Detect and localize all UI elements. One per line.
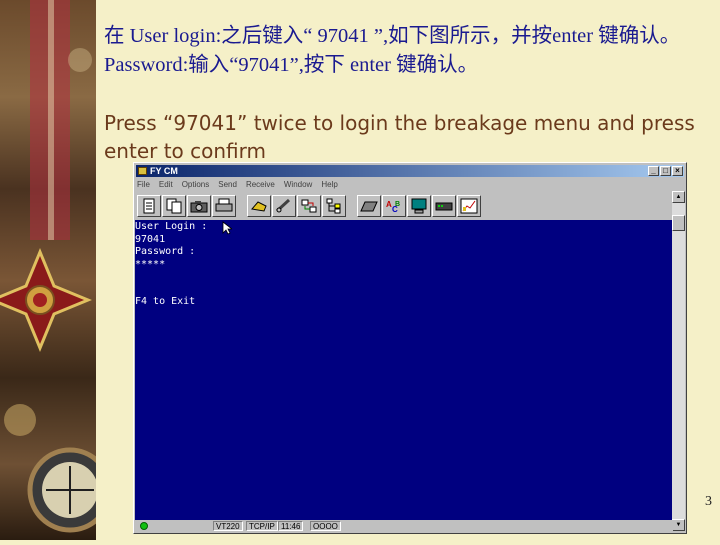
scroll-thumb[interactable] (672, 215, 685, 231)
window-title: FY CM (150, 166, 178, 176)
menu-file[interactable]: File (137, 178, 150, 192)
hangup-icon[interactable] (272, 195, 296, 217)
terminal-line: 97041 (135, 233, 166, 245)
window-titlebar[interactable]: FY CM _ □ × (136, 165, 684, 177)
slide-number: 3 (705, 494, 712, 509)
modem-icon[interactable] (432, 195, 456, 217)
monitor-icon[interactable] (407, 195, 431, 217)
clock-status: 11:46 (278, 521, 304, 531)
menu-receive[interactable]: Receive (246, 178, 275, 192)
printer-icon[interactable] (212, 195, 236, 217)
connection-status-icon (140, 522, 148, 530)
phone-icon[interactable] (247, 195, 271, 217)
doc-icon[interactable] (137, 195, 161, 217)
menubar: File Edit Options Send Receive Window He… (137, 178, 338, 192)
emulation-status: VT220 (213, 521, 243, 531)
svg-text:B: B (395, 201, 400, 208)
close-button[interactable]: × (672, 166, 683, 176)
copy-icon[interactable] (162, 195, 186, 217)
terminal-line: F4 to Exit (135, 296, 196, 307)
tree-icon[interactable] (322, 195, 346, 217)
menu-help[interactable]: Help (321, 178, 337, 192)
terminal-line: User Login : (135, 221, 208, 232)
vertical-scrollbar[interactable]: ▲ ▼ (672, 191, 685, 531)
toolbar: ACB (137, 194, 482, 218)
transfer-icon[interactable] (297, 195, 321, 217)
menu-send[interactable]: Send (218, 178, 237, 192)
decorative-background-panel (0, 0, 113, 540)
protocol-status: TCP/IP (246, 521, 278, 531)
chart-icon[interactable] (457, 195, 481, 217)
menu-options[interactable]: Options (182, 178, 210, 192)
medals-illustration (0, 0, 113, 533)
indicator-status: OOOO (310, 521, 341, 531)
scroll-down-icon[interactable]: ▼ (672, 519, 685, 531)
terminal-app-window: FY CM _ □ × File Edit Options Send Recei… (133, 162, 687, 534)
camera-icon[interactable] (187, 195, 211, 217)
menu-window[interactable]: Window (284, 178, 312, 192)
english-instruction-text: Press “97041” twice to login the breakag… (104, 111, 695, 163)
terminal-line: ***** (135, 258, 166, 270)
app-icon (138, 167, 147, 175)
chinese-instruction-text: 在 User login:之后键入“ 97041 ”,如下图所示，并按enter… (104, 25, 681, 76)
mouse-pointer-icon (222, 221, 232, 235)
spellcheck-icon[interactable]: ACB (382, 195, 406, 217)
minimize-button[interactable]: _ (648, 166, 659, 176)
keyboard-icon[interactable] (357, 195, 381, 217)
terminal-line: Password : (135, 246, 196, 257)
menu-edit[interactable]: Edit (159, 178, 173, 192)
terminal-screen[interactable]: User Login : 97041 Password : ***** F4 t… (135, 220, 673, 521)
maximize-button[interactable]: □ (660, 166, 671, 176)
scroll-up-icon[interactable]: ▲ (672, 191, 685, 203)
statusbar: VT220 TCP/IP 11:46 OOOO (135, 520, 673, 532)
